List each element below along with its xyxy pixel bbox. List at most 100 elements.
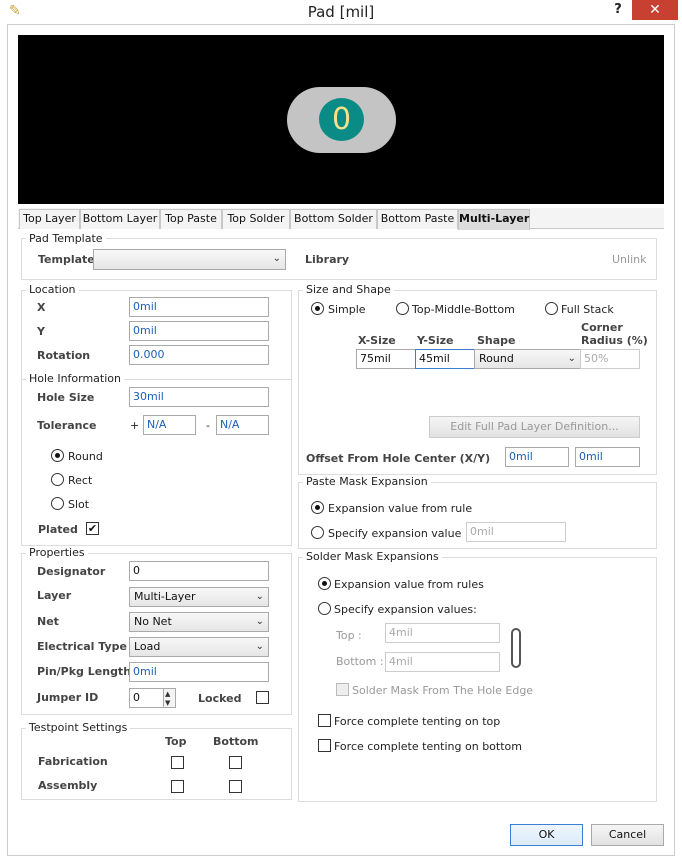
tent-bottom-checkbox[interactable] [318, 739, 331, 752]
pin-pkg-length-input[interactable]: 0mil [129, 662, 269, 682]
tab-top-paste[interactable]: Top Paste [160, 209, 222, 229]
tab-top-layer[interactable]: Top Layer [19, 209, 80, 229]
top-middle-bottom-label: Top-Middle-Bottom [412, 303, 515, 316]
fabrication-bottom-checkbox[interactable] [229, 756, 242, 769]
spin-down-icon[interactable]: ▼ [165, 699, 170, 707]
paste-mask-title: Paste Mask Expansion [303, 475, 431, 488]
y-input[interactable]: 0mil [129, 321, 269, 341]
solder-from-rules-radio[interactable] [318, 577, 331, 590]
hole-size-input[interactable]: 30mil [129, 387, 269, 407]
assembly-label: Assembly [38, 779, 98, 792]
simple-radio[interactable] [311, 302, 324, 315]
assembly-bottom-checkbox[interactable] [229, 780, 242, 793]
solder-bottom-label: Bottom : [336, 655, 384, 668]
solder-bottom-input[interactable]: 4mil [385, 652, 500, 672]
layer-label: Layer [37, 589, 72, 602]
solder-mask-group [298, 557, 657, 802]
jumper-id-input[interactable]: 0 [129, 688, 164, 708]
hole-slot-radio[interactable] [51, 497, 64, 510]
tab-bottom-layer[interactable]: Bottom Layer [80, 209, 160, 229]
tolerance-plus: + [130, 419, 140, 432]
x-label: X [37, 301, 46, 314]
x-size-header: X-Size [358, 334, 396, 347]
hole-round-label: Round [68, 450, 103, 463]
paste-from-rule-radio[interactable] [311, 501, 324, 514]
location-title: Location [26, 283, 79, 296]
window-title: Pad [mil] [307, 3, 375, 21]
from-hole-edge-checkbox[interactable] [336, 683, 349, 696]
close-button[interactable]: ✕ [632, 0, 678, 20]
plated-checkbox[interactable]: ✔ [86, 522, 99, 535]
top-middle-bottom-radio[interactable] [396, 302, 409, 315]
locked-label: Locked [198, 692, 242, 705]
hole-rect-radio[interactable] [51, 473, 64, 486]
from-hole-edge-label: Solder Mask From The Hole Edge [352, 684, 534, 697]
tab-bottom-paste[interactable]: Bottom Paste [377, 209, 458, 229]
chevron-down-icon: ⌄ [255, 591, 264, 602]
tolerance-minus-input[interactable]: N/A [216, 415, 269, 435]
locked-checkbox[interactable] [256, 691, 269, 704]
tab-multi-layer[interactable]: Multi-Layer [458, 209, 530, 230]
corner-header-line1: Corner [581, 321, 623, 334]
rotation-input[interactable]: 0.000 [129, 345, 269, 365]
electrical-type-label: Electrical Type [37, 640, 127, 653]
chevron-down-icon: ⌄ [255, 616, 264, 627]
solder-mask-title: Solder Mask Expansions [303, 550, 442, 563]
layer-select[interactable]: Multi-Layer ⌄ [129, 587, 269, 607]
spin-up-icon[interactable]: ▲ [165, 690, 170, 698]
full-stack-label: Full Stack [561, 303, 614, 316]
jumper-id-label: Jumper ID [37, 691, 99, 704]
designator-label: Designator [37, 565, 106, 578]
hole-slot-label: Slot [68, 498, 90, 511]
x-size-input[interactable]: 75mil [356, 349, 416, 369]
y-size-header: Y-Size [417, 334, 454, 347]
library-label: Library [305, 253, 350, 266]
rotation-label: Rotation [37, 349, 91, 362]
tab-bottom-solder[interactable]: Bottom Solder [290, 209, 377, 229]
fabrication-top-checkbox[interactable] [171, 756, 184, 769]
y-label: Y [37, 325, 45, 338]
chevron-down-icon: ⌄ [255, 641, 264, 652]
testpoint-bottom-header: Bottom [213, 735, 259, 748]
edit-full-pad-layer-button[interactable]: Edit Full Pad Layer Definition... [429, 416, 640, 438]
shape-select[interactable]: Round ⌄ [474, 349, 581, 369]
y-size-input[interactable]: 45mil [415, 349, 475, 369]
tolerance-plus-input[interactable]: N/A [143, 415, 196, 435]
help-button[interactable]: ? [608, 0, 628, 22]
net-select[interactable]: No Net ⌄ [129, 612, 269, 632]
template-select[interactable]: ⌄ [93, 249, 286, 270]
simple-label: Simple [328, 303, 366, 316]
solder-top-input[interactable]: 4mil [385, 623, 500, 643]
ok-button[interactable]: OK [510, 824, 583, 846]
hole-round-radio[interactable] [51, 449, 64, 462]
solder-top-label: Top : [336, 629, 362, 642]
tent-top-label: Force complete tenting on top [334, 715, 501, 728]
electrical-type-select[interactable]: Load ⌄ [129, 637, 269, 657]
unlink-link[interactable]: Unlink [612, 253, 646, 266]
hole-info-title: Hole Information [26, 372, 124, 385]
jumper-id-spinner[interactable]: ▲ ▼ [163, 688, 176, 708]
assembly-top-checkbox[interactable] [171, 780, 184, 793]
designator-input[interactable]: 0 [129, 561, 269, 581]
fabrication-label: Fabrication [38, 755, 108, 768]
tent-top-checkbox[interactable] [318, 714, 331, 727]
cancel-button[interactable]: Cancel [591, 824, 664, 846]
tab-top-solder[interactable]: Top Solder [222, 209, 290, 229]
offset-y-input[interactable]: 0mil [575, 447, 640, 467]
full-stack-radio[interactable] [545, 302, 558, 315]
solder-specify-radio[interactable] [318, 602, 331, 615]
size-shape-title: Size and Shape [303, 283, 394, 296]
pin-pkg-length-label: Pin/Pkg Length [37, 665, 132, 678]
paste-from-rule-label: Expansion value from rule [328, 502, 473, 515]
x-input[interactable]: 0mil [129, 297, 269, 317]
pad-hole: 0 [319, 98, 364, 141]
testpoint-top-header: Top [165, 735, 187, 748]
link-chain-icon[interactable] [511, 628, 521, 668]
net-label: Net [37, 615, 59, 628]
offset-x-input[interactable]: 0mil [505, 447, 569, 467]
paste-value-input[interactable]: 0mil [466, 522, 566, 542]
template-label: Template [38, 253, 95, 266]
tolerance-label: Tolerance [37, 419, 97, 432]
corner-radius-input[interactable]: 50% [580, 349, 640, 369]
paste-specify-radio[interactable] [311, 526, 324, 539]
